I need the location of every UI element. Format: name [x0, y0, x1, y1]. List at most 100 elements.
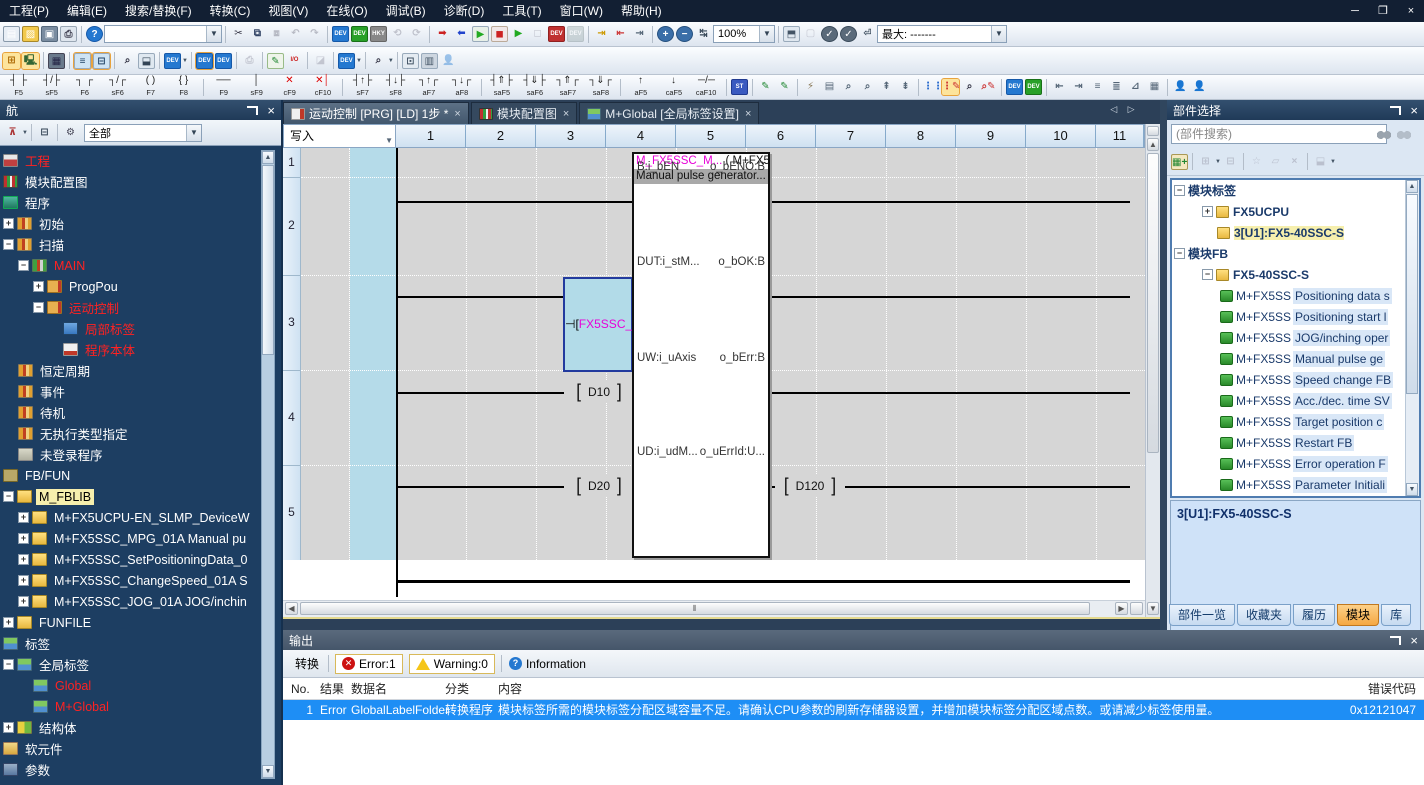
scroll-thumb[interactable]: [1406, 194, 1418, 394]
note-edit-icon[interactable]: ✎: [267, 53, 284, 69]
scroll-thumb[interactable]: [262, 165, 274, 355]
parts-search-input[interactable]: (部件搜索): [1171, 124, 1387, 144]
tree-item-M+Global[interactable]: M+Global: [0, 696, 281, 717]
tree-item-局部标签[interactable]: 局部标签: [0, 318, 281, 339]
close-icon[interactable]: ×: [267, 104, 275, 117]
new-file-icon[interactable]: ▤: [3, 26, 20, 42]
device-gray-icon[interactable]: DEV: [567, 26, 584, 42]
module-fb-item[interactable]: M+FX5SSManual pulse ge: [1172, 348, 1419, 369]
module-fb-item[interactable]: M+FX5SSParameter Initiali: [1172, 474, 1419, 495]
tree-item-无执行类型指定[interactable]: 无执行类型指定: [0, 423, 281, 444]
write-to-plc-icon[interactable]: ➡: [434, 26, 451, 42]
menu-item-6[interactable]: 调试(B): [377, 0, 435, 22]
favorite-star-icon[interactable]: ☆: [1248, 154, 1265, 170]
expand-icon[interactable]: +: [3, 722, 14, 733]
menu-item-1[interactable]: 编辑(E): [58, 0, 116, 22]
refresh-right-icon[interactable]: ⟳: [408, 26, 425, 42]
tree-item-初始[interactable]: +初始: [0, 213, 281, 234]
monitor-run-icon[interactable]: ▶: [510, 26, 527, 42]
collapse-list-icon[interactable]: ⊟: [1222, 154, 1239, 170]
panel-splitter[interactable]: [1160, 100, 1167, 630]
document-tab-2[interactable]: M+Global [全局标签设置]×: [579, 102, 759, 124]
parts-tab-部件一览[interactable]: 部件一览: [1169, 604, 1235, 626]
device-red-icon[interactable]: DEV: [548, 26, 565, 42]
collapse-icon[interactable]: −: [18, 260, 29, 271]
menu-item-8[interactable]: 工具(T): [493, 0, 550, 22]
save-icon[interactable]: ▣: [41, 26, 58, 42]
module-folder-FX5-40SSC-S[interactable]: −FX5-40SSC-S: [1172, 264, 1419, 285]
collapse-icon[interactable]: −: [3, 659, 14, 670]
zoom-out-icon[interactable]: −: [676, 26, 693, 42]
scroll-thumb[interactable]: ⦀: [300, 602, 1090, 615]
expand-list-icon[interactable]: ⊞: [1197, 154, 1214, 170]
menu-item-4[interactable]: 视图(V): [259, 0, 317, 22]
device-find-icon[interactable]: DEV: [1006, 79, 1023, 95]
device-monitor-icon[interactable]: DEV: [351, 26, 368, 42]
monitor-gray-icon[interactable]: ◻: [529, 26, 546, 42]
information-filter-button[interactable]: ? Information: [509, 657, 586, 671]
step-gray-icon[interactable]: ▢: [802, 26, 819, 42]
expand-icon[interactable]: +: [3, 617, 14, 628]
tree-item-工程[interactable]: 工程: [0, 150, 281, 171]
nav-filter-combobox[interactable]: 全部 ▼: [84, 124, 202, 142]
new-part-icon[interactable]: ▦+: [1171, 154, 1188, 170]
menu-item-0[interactable]: 工程(P): [0, 0, 58, 22]
tree-item-未登录程序[interactable]: 未登录程序: [0, 444, 281, 465]
tree-item-M_FBLIB[interactable]: −M_FBLIB: [0, 486, 281, 507]
expand-icon[interactable]: +: [18, 533, 29, 544]
menu-item-10[interactable]: 帮助(H): [612, 0, 671, 22]
function-block[interactable]: M_FX5SSC_M... ( M+FX5 Manual pulse gener…: [632, 152, 770, 558]
module-fb-item[interactable]: M+FX5SSRestart FB: [1172, 432, 1419, 453]
ladder-symbol-sF6[interactable]: ┐/┌sF6: [101, 76, 134, 99]
collapse-icon[interactable]: −: [33, 302, 44, 313]
maximize-icon[interactable]: ❐: [1374, 0, 1392, 22]
open-file-icon[interactable]: ▨: [22, 26, 39, 42]
scroll-thumb[interactable]: [1147, 153, 1159, 453]
module-fb-item[interactable]: M+FX5SSSpeed change FB: [1172, 369, 1419, 390]
tree-item-M+FX5SSC_JOG_01A-JOG-inchin[interactable]: +M+FX5SSC_JOG_01A JOG/inchin: [0, 591, 281, 612]
doc-edit-icon[interactable]: ▤: [821, 79, 838, 95]
module-fb-item[interactable]: M+FX5SSJOG/inching oper: [1172, 327, 1419, 348]
search-icon[interactable]: [1376, 126, 1392, 141]
output-col-5[interactable]: 错误代码: [1368, 678, 1416, 700]
branch-lines-icon[interactable]: ⋮⋮: [923, 79, 940, 95]
device-dropdown-icon[interactable]: DEV: [164, 53, 181, 69]
list-window1-icon[interactable]: ≡: [74, 53, 91, 69]
user-del-icon[interactable]: 👤: [1191, 79, 1208, 95]
document-tab-1[interactable]: 模块配置图×: [471, 102, 577, 124]
module-chip-icon[interactable]: ▦: [48, 53, 65, 69]
tree-item-全局标签[interactable]: −全局标签: [0, 654, 281, 675]
pin-icon[interactable]: [1390, 636, 1401, 645]
return-icon[interactable]: ⏎: [859, 26, 876, 42]
st-inline-icon[interactable]: ST: [731, 79, 748, 95]
find-settings-icon[interactable]: ⌕: [370, 53, 387, 69]
ladder-symbol-saF7[interactable]: ┐⇑┌saF7: [551, 76, 584, 99]
module-fb-item[interactable]: M+FX5SSError operation F: [1172, 453, 1419, 474]
ladder-symbol-F6[interactable]: ┐ ┌F6: [68, 76, 101, 99]
parts-tab-收藏夹[interactable]: 收藏夹: [1237, 604, 1291, 626]
nav-mode-icon[interactable]: ⊼: [4, 125, 21, 141]
expand-icon[interactable]: +: [18, 575, 29, 586]
module-fb-item[interactable]: M+FX5SSPositioning start l: [1172, 306, 1419, 327]
menu-item-7[interactable]: 诊断(D): [435, 0, 494, 22]
device-d120[interactable]: [D120]: [775, 475, 845, 497]
pin-icon[interactable]: [1390, 106, 1401, 115]
ladder-symbol-sF9[interactable]: │sF9: [240, 76, 273, 99]
tree-item-标签[interactable]: 标签: [0, 633, 281, 654]
tree-item-结构体[interactable]: +结构体: [0, 717, 281, 738]
scroll-down-icon[interactable]: ▼: [262, 765, 274, 778]
zoom-fit-icon[interactable]: ↹: [695, 26, 712, 42]
tree-item-运动控制[interactable]: −运动控制: [0, 297, 281, 318]
doc-grid-icon[interactable]: ▦: [1146, 79, 1163, 95]
device-d20[interactable]: [D20]: [564, 475, 634, 497]
tree-item-FB-FUN[interactable]: FB/FUN: [0, 465, 281, 486]
expand-icon[interactable]: +: [18, 596, 29, 607]
scroll-up-icon[interactable]: ▲: [1147, 138, 1159, 151]
refresh-left-icon[interactable]: ⟲: [389, 26, 406, 42]
output-error-row[interactable]: 1ErrorGlobalLabelFolder转换程序模块标签所需的模块标签分配…: [283, 700, 1424, 720]
tree-item-程序[interactable]: 程序: [0, 192, 281, 213]
ladder-symbol-aF7[interactable]: ┐↑┌aF7: [412, 76, 445, 99]
tree-item-待机[interactable]: 待机: [0, 402, 281, 423]
indent-left-icon[interactable]: ⇤: [1051, 79, 1068, 95]
nav-window-icon[interactable]: ⊞: [3, 53, 20, 69]
